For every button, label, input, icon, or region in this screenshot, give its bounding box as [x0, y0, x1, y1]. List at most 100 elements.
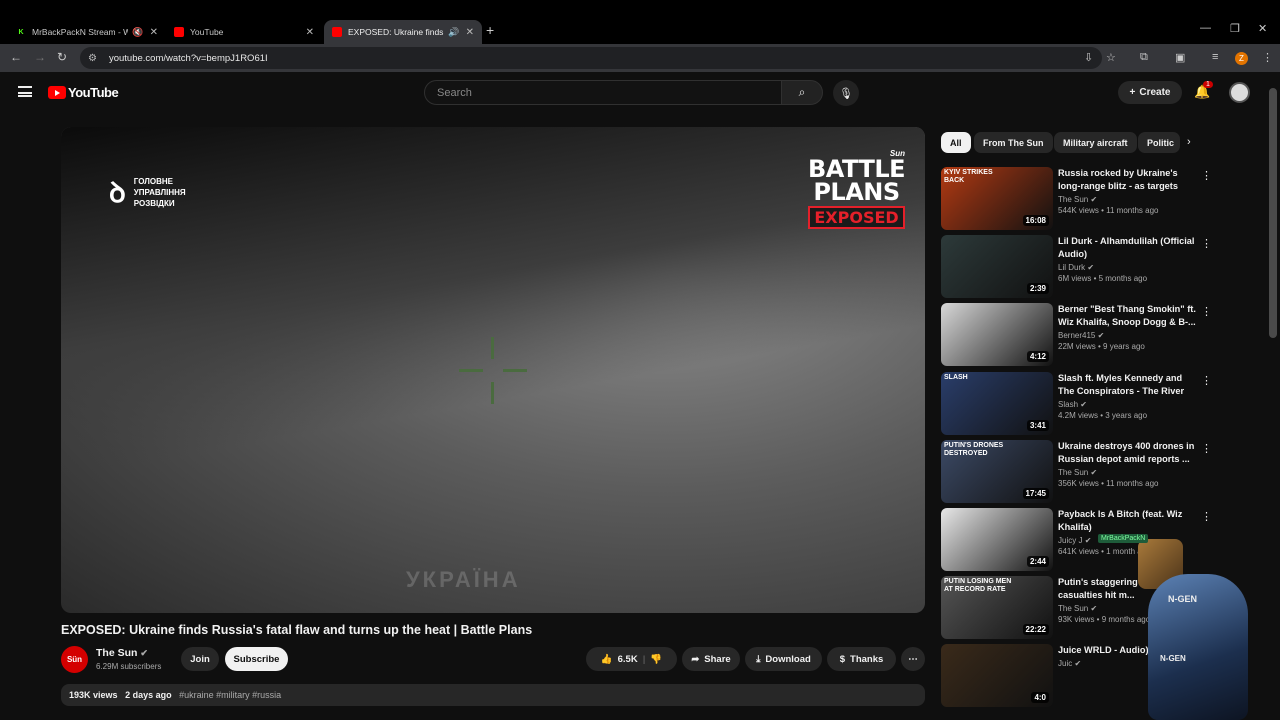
chip-military-aircraft[interactable]: Military aircraft	[1054, 132, 1137, 153]
extensions-icon[interactable]: ⧉	[1140, 51, 1148, 64]
recommended-title[interactable]: Lil Durk - Alhamdulilah (Official Audio)	[1058, 235, 1196, 261]
video-thumbnail[interactable]: 2:44	[941, 508, 1053, 571]
page-scrollbar[interactable]	[1269, 88, 1277, 338]
more-vertical-icon[interactable]: ⋮	[1201, 442, 1212, 455]
crosshair-top	[491, 337, 494, 359]
address-bar[interactable]: ⚙ youtube.com/watch?v=bempJ1RO61I	[80, 47, 1102, 69]
recommended-title[interactable]: Ukraine destroys 400 drones in Russian d…	[1058, 440, 1196, 466]
gur-watermark: ꝺ ГОЛОВНЕ УПРАВЛІННЯ РОЗВІДКИ	[109, 173, 186, 211]
menu-kebab-icon[interactable]: ⋮	[1262, 51, 1273, 64]
recommended-channel[interactable]: Lil Durk ✔	[1058, 263, 1196, 272]
recommended-title[interactable]: Russia rocked by Ukraine's long-range bl…	[1058, 167, 1196, 193]
recommended-video[interactable]: 2:39 Lil Durk - Alhamdulilah (Official Au…	[941, 235, 1212, 299]
chip-all[interactable]: All	[941, 132, 971, 153]
profile-avatar[interactable]: Z	[1235, 52, 1248, 65]
channel-avatar[interactable]: Sün	[61, 646, 88, 673]
chevron-right-icon[interactable]: ›	[1187, 136, 1191, 148]
bookmark-star-icon[interactable]: ☆	[1106, 51, 1116, 64]
more-horizontal-icon: ⋯	[908, 653, 918, 665]
recommended-channel[interactable]: Berner415 ✔	[1058, 331, 1196, 340]
create-button[interactable]: + Create	[1118, 81, 1182, 104]
close-tab-icon[interactable]: ✕	[150, 27, 158, 38]
thumbs-down-icon[interactable]: 👎	[650, 654, 662, 665]
close-tab-icon[interactable]: ✕	[306, 27, 314, 38]
recommended-channel[interactable]: The Sun ✔	[1058, 195, 1196, 204]
video-thumbnail[interactable]: PUTIN'S DRONES DESTROYED 17:45	[941, 440, 1053, 503]
account-avatar[interactable]	[1229, 82, 1250, 103]
recommended-channel-name[interactable]: The Sun	[1058, 468, 1088, 477]
close-window-icon[interactable]: ✕	[1258, 22, 1267, 35]
chip-label: All	[950, 137, 962, 148]
chip-label: Politic	[1147, 137, 1175, 148]
description-box[interactable]: 193K views 2 days ago #ukraine #military…	[61, 684, 925, 706]
subscribe-button[interactable]: Subscribe	[225, 647, 288, 671]
search-input[interactable]	[425, 81, 781, 104]
minimize-icon[interactable]: —	[1200, 22, 1211, 34]
recommended-channel[interactable]: Slash ✔	[1058, 400, 1196, 409]
recommended-channel-name[interactable]: The Sun	[1058, 195, 1088, 204]
chip-politics[interactable]: Politic	[1138, 132, 1180, 153]
maximize-icon[interactable]: ❐	[1230, 22, 1240, 35]
recommended-video[interactable]: KYIV STRIKES BACK 16:08 Russia rocked by U…	[941, 167, 1212, 231]
more-vertical-icon[interactable]: ⋮	[1201, 374, 1212, 387]
forward-arrow-icon[interactable]: →	[34, 50, 46, 64]
more-vertical-icon[interactable]: ⋮	[1201, 237, 1212, 250]
video-title: EXPOSED: Ukraine finds Russia's fatal fl…	[61, 623, 533, 637]
channel-name[interactable]: The Sun ✔	[96, 647, 148, 659]
duration-badge: 2:39	[1026, 283, 1049, 294]
download-button[interactable]: ⤓ Download	[745, 647, 822, 671]
site-settings-icon[interactable]: ⚙	[88, 53, 97, 64]
thumbs-up-icon[interactable]: 👍	[601, 654, 613, 665]
browser-tab-exposed[interactable]: EXPOSED: Ukraine finds Ru 🔊 ✕	[324, 20, 482, 44]
media-icon[interactable]: ▣	[1175, 51, 1185, 64]
join-label: Join	[190, 653, 210, 665]
recommended-video[interactable]: 4:12 Berner "Best Thang Smokin" ft. Wiz K…	[941, 303, 1212, 367]
more-actions-button[interactable]: ⋯	[901, 647, 925, 671]
channel-name-text[interactable]: The Sun	[96, 647, 137, 659]
install-app-icon[interactable]: ⇩	[1084, 51, 1093, 64]
streamer-webcam-overlay: MrBackPackN N-GEN N-GEN	[1043, 534, 1248, 720]
video-thumbnail[interactable]: PUTIN LOSING MEN AT RECORD RATE 22:22	[941, 576, 1053, 639]
audio-playing-icon[interactable]: 🔊	[448, 27, 459, 38]
recommended-channel-name[interactable]: Lil Durk	[1058, 263, 1085, 272]
voice-search-button[interactable]: 🎙	[833, 80, 859, 106]
video-player[interactable]: ꝺ ГОЛОВНЕ УПРАВЛІННЯ РОЗВІДКИ Sun BATTLE…	[61, 127, 925, 613]
close-tab-icon[interactable]: ✕	[466, 27, 474, 38]
recommended-channel-name[interactable]: Berner415	[1058, 331, 1095, 340]
browser-tab-kick[interactable]: K MrBackPackN Stream - Wat 🔇 ✕	[8, 20, 166, 44]
recommended-title[interactable]: Slash ft. Myles Kennedy and The Conspira…	[1058, 372, 1196, 398]
like-count[interactable]: 6.5K	[618, 654, 638, 665]
youtube-play-icon	[48, 86, 66, 99]
back-arrow-icon[interactable]: ←	[10, 50, 22, 64]
video-thumbnail[interactable]: KYIV STRIKES BACK 16:08	[941, 167, 1053, 230]
tab-title: MrBackPackN Stream - Wat	[32, 27, 129, 37]
video-thumbnail[interactable]: 4:12	[941, 303, 1053, 366]
recommended-title[interactable]: Berner "Best Thang Smokin" ft. Wiz Khali…	[1058, 303, 1196, 329]
join-button[interactable]: Join	[181, 647, 219, 671]
playlist-icon[interactable]: ≡	[1212, 51, 1218, 63]
browser-tab-youtube[interactable]: YouTube ✕	[166, 20, 322, 44]
more-vertical-icon[interactable]: ⋮	[1201, 169, 1212, 182]
recommended-channel-name[interactable]: Slash	[1058, 400, 1078, 409]
reload-icon[interactable]: ↻	[57, 50, 67, 64]
recommended-video[interactable]: PUTIN'S DRONES DESTROYED 17:45 Ukraine des…	[941, 440, 1212, 504]
muted-speaker-icon[interactable]: 🔇	[132, 27, 143, 38]
new-tab-button[interactable]: +	[486, 22, 494, 38]
more-vertical-icon[interactable]: ⋮	[1201, 510, 1212, 523]
more-vertical-icon[interactable]: ⋮	[1201, 305, 1212, 318]
search-button[interactable]: ⌕	[781, 80, 823, 105]
url-text[interactable]: youtube.com/watch?v=bempJ1RO61I	[109, 53, 268, 64]
video-thumbnail[interactable]: SLASH 3:41	[941, 372, 1053, 435]
thanks-button[interactable]: $ Thanks	[827, 647, 896, 671]
hamburger-menu-icon[interactable]	[18, 86, 32, 97]
hashtags[interactable]: #ukraine #military #russia	[179, 690, 281, 700]
share-button[interactable]: ➦ Share	[682, 647, 740, 671]
recommended-video[interactable]: SLASH 3:41 Slash ft. Myles Kennedy and The…	[941, 372, 1212, 436]
chip-from-the-sun[interactable]: From The Sun	[974, 132, 1053, 153]
youtube-favicon-icon	[174, 27, 184, 37]
recommended-channel[interactable]: The Sun ✔	[1058, 468, 1196, 477]
video-thumbnail[interactable]: 2:39	[941, 235, 1053, 298]
youtube-logo[interactable]: YouTube	[48, 85, 119, 100]
recommended-title[interactable]: Payback Is A Bitch (feat. Wiz Khalifa)	[1058, 508, 1196, 534]
video-thumbnail[interactable]: 4:0	[941, 644, 1053, 707]
